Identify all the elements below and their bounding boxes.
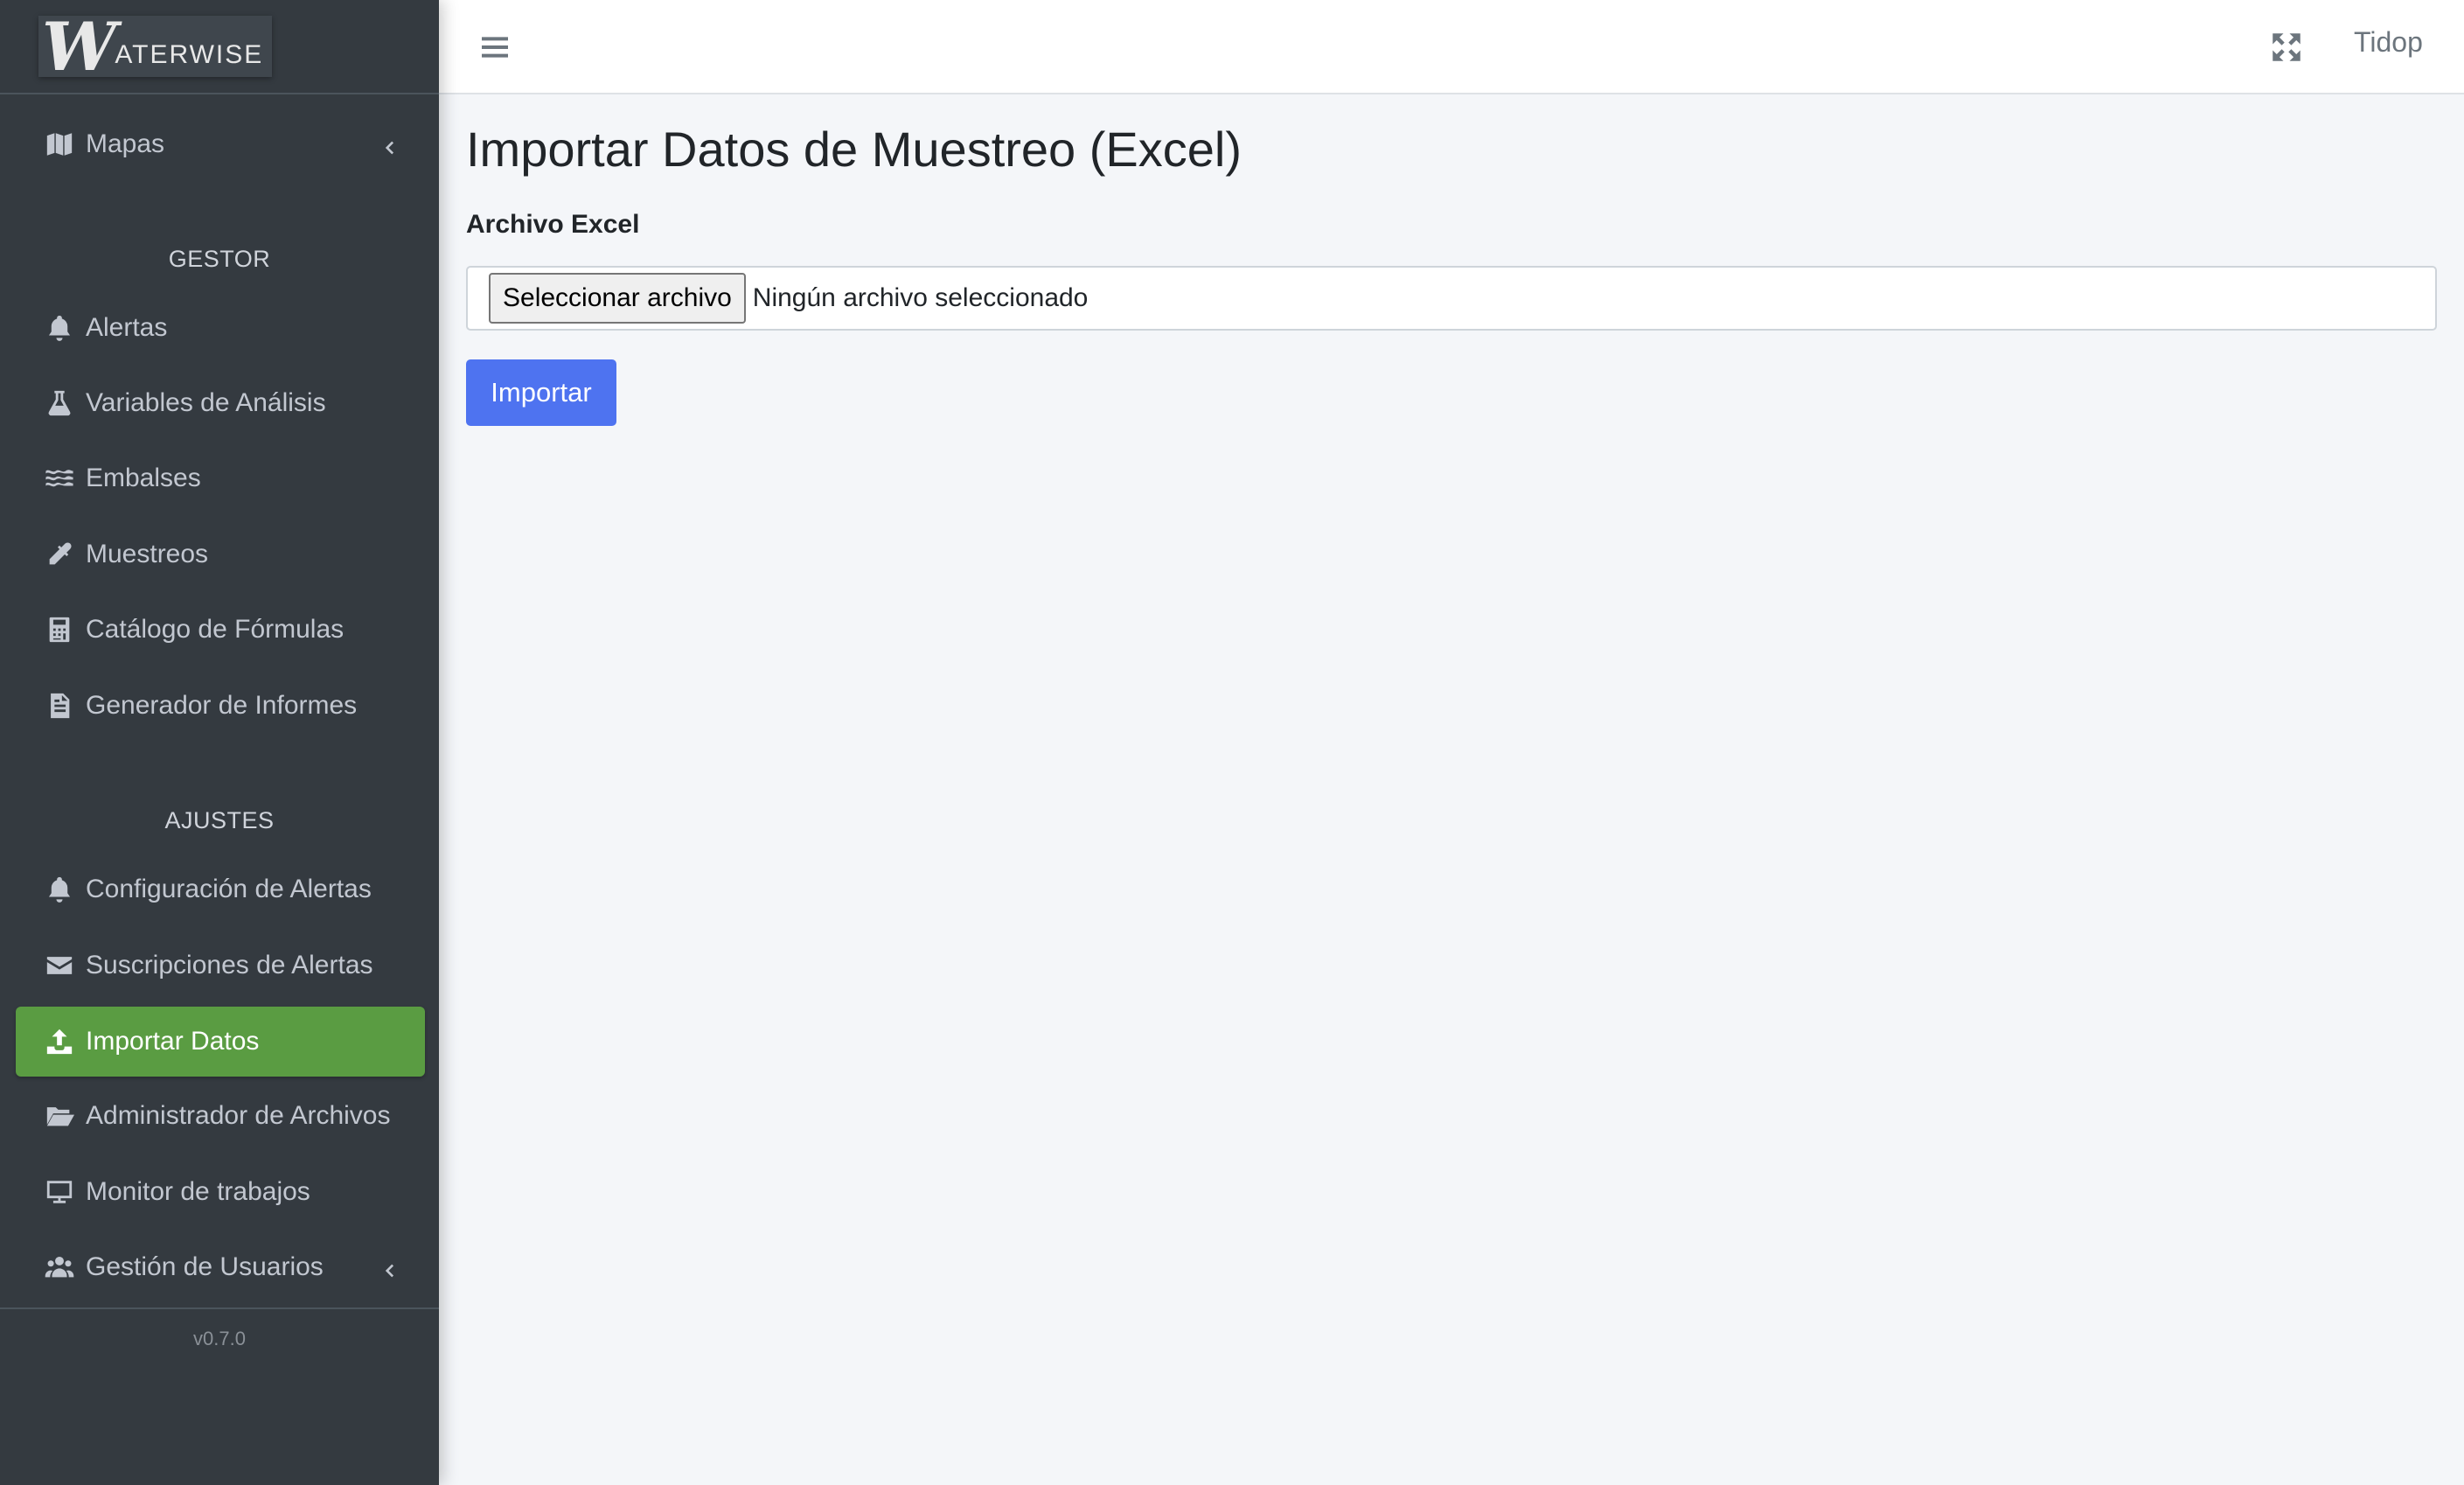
- sidebar-item-label: Variables de Análisis: [86, 388, 326, 417]
- sidebar-item-alertas[interactable]: Alertas: [16, 293, 425, 363]
- sidebar-item-mapas[interactable]: Mapas: [16, 109, 425, 179]
- section-header-ajustes: AJUSTES: [164, 807, 275, 833]
- sidebar-item-monitor-trabajos[interactable]: Monitor de trabajos: [16, 1157, 425, 1227]
- waterwise-logo[interactable]: W ATERWISE: [38, 8, 273, 86]
- sidebar-item-label: Catálogo de Fórmulas: [86, 615, 345, 644]
- logo-initial: W: [42, 8, 116, 86]
- sidebar-item-generador-informes[interactable]: Generador de Informes: [16, 671, 425, 741]
- desktop-icon: [42, 1175, 77, 1210]
- folder-open-icon: [42, 1098, 77, 1133]
- calculator-icon: [42, 612, 77, 647]
- sidebar-item-muestreos[interactable]: Muestreos: [16, 519, 425, 589]
- sidebar-item-label: Configuración de Alertas: [86, 875, 372, 903]
- choose-file-button[interactable]: Seleccionar archivo: [489, 273, 746, 324]
- upload-icon: [42, 1024, 77, 1059]
- brand[interactable]: W ATERWISE: [0, 0, 439, 94]
- envelope-icon: [42, 948, 77, 983]
- page-title: Importar Datos de Muestreo (Excel): [466, 122, 1242, 177]
- sidebar-item-label: Mapas: [86, 129, 165, 158]
- sidebar-item-configuracion-alertas[interactable]: Configuración de Alertas: [16, 854, 425, 924]
- excel-file-input[interactable]: Seleccionar archivo Ningún archivo selec…: [466, 266, 2437, 331]
- sidebar-item-importar-datos[interactable]: Importar Datos: [16, 1007, 425, 1077]
- sidebar-item-label: Importar Datos: [86, 1027, 260, 1056]
- sidebar-item-label: Generador de Informes: [86, 691, 358, 720]
- user-menu[interactable]: Tidop: [2354, 26, 2423, 59]
- sidebar-item-label: Embalses: [86, 464, 201, 492]
- file-status-text: Ningún archivo seleccionado: [752, 283, 1089, 312]
- sidebar-item-variables-analisis[interactable]: Variables de Análisis: [16, 368, 425, 438]
- water-icon: [42, 461, 77, 496]
- chevron-left-icon: [379, 135, 399, 155]
- section-header-gestor: GESTOR: [168, 246, 271, 272]
- sidebar-item-label: Muestreos: [86, 540, 209, 568]
- file-field-label: Archivo Excel: [466, 210, 640, 239]
- flask-icon: [42, 386, 77, 421]
- version-label: v0.7.0: [193, 1328, 246, 1349]
- sidebar-item-label: Administrador de Archivos: [86, 1101, 391, 1130]
- sidebar: W ATERWISE Mapas GESTOR Alertas Variable…: [0, 0, 439, 1485]
- sidebar-item-label: Gestión de Usuarios: [86, 1252, 324, 1281]
- users-icon: [42, 1250, 77, 1285]
- file-icon: [42, 688, 77, 723]
- bell-icon: [42, 310, 77, 345]
- hamburger-icon[interactable]: [477, 30, 512, 65]
- expand-icon[interactable]: [2268, 29, 2305, 66]
- chevron-left-icon: [379, 1258, 399, 1278]
- sidebar-item-label: Suscripciones de Alertas: [86, 951, 373, 980]
- sidebar-item-label: Monitor de trabajos: [86, 1177, 310, 1206]
- sidebar-item-label: Alertas: [86, 313, 168, 342]
- main-content: Importar Datos de Muestreo (Excel) Archi…: [439, 94, 2464, 1485]
- map-icon: [42, 127, 77, 162]
- import-button[interactable]: Importar: [466, 359, 616, 426]
- sidebar-item-suscripciones-alertas[interactable]: Suscripciones de Alertas: [16, 931, 425, 1000]
- sidebar-item-gestion-usuarios[interactable]: Gestión de Usuarios: [16, 1232, 425, 1302]
- topbar: Tidop: [439, 0, 2464, 94]
- sidebar-item-catalogo-formulas[interactable]: Catálogo de Fórmulas: [16, 595, 425, 665]
- bell-icon: [42, 872, 77, 907]
- sidebar-divider: [0, 1307, 439, 1309]
- sidebar-item-administrador-archivos[interactable]: Administrador de Archivos: [16, 1081, 425, 1151]
- logo-text: ATERWISE: [115, 40, 264, 69]
- sidebar-item-embalses[interactable]: Embalses: [16, 443, 425, 513]
- eyedropper-icon: [42, 537, 77, 572]
